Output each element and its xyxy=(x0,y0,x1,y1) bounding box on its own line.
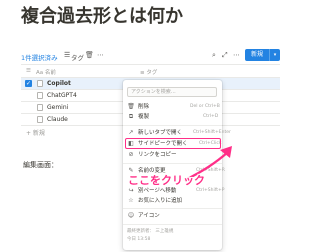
more-icon[interactable]: ⋯ xyxy=(233,51,240,60)
menu-item-duplicate[interactable]: 複製 xyxy=(138,113,149,121)
column-header-name[interactable]: Aa 名前 xyxy=(36,68,56,76)
table-top-border xyxy=(21,64,280,65)
row-title[interactable]: Gemini xyxy=(47,104,68,111)
row-title[interactable]: Claude xyxy=(47,116,68,123)
move-icon: ↪ xyxy=(128,187,134,194)
page-icon xyxy=(37,92,43,99)
duplicate-icon: ⧉ xyxy=(128,113,134,120)
expand-icon[interactable]: ⤢ xyxy=(222,51,228,60)
open-new-tab-icon: ↗ xyxy=(128,129,134,136)
tag-property-button[interactable]: タグ xyxy=(71,52,84,62)
menu-item-favorite[interactable]: お気に入りに追加 xyxy=(138,197,182,205)
section-heading: 編集画面： xyxy=(23,161,58,169)
new-button[interactable]: 新規 xyxy=(245,49,269,61)
shortcut-duplicate: Ctrl+D xyxy=(203,114,219,119)
menu-item-open-new-tab[interactable]: 新しいタブで開く xyxy=(138,129,182,137)
menu-divider xyxy=(123,224,222,225)
shortcut-delete: Del or Ctrl+B xyxy=(190,104,220,109)
list-icon[interactable]: ☰ xyxy=(64,51,70,60)
last-edited-time: 今日 13:58 xyxy=(127,237,151,242)
page-icon xyxy=(37,80,43,87)
smiley-icon: ☺ xyxy=(127,212,135,219)
trash-icon: 🗑 xyxy=(127,103,135,110)
shortcut-move: Ctrl+Shift+P xyxy=(196,188,225,193)
shortcut-open-new-tab: Ctrl+Shift+Enter xyxy=(193,130,231,135)
page-title: 複合過去形とは何か xyxy=(21,6,183,27)
row-title[interactable]: ChatGPT4 xyxy=(47,92,77,99)
page-icon xyxy=(37,116,43,123)
row-title[interactable]: Copilot xyxy=(47,80,71,87)
page-icon xyxy=(37,104,43,111)
last-edited-by: 最終更新者： 三上雄規 xyxy=(127,229,174,234)
menu-divider xyxy=(123,125,222,126)
add-row-button[interactable]: + 新規 xyxy=(26,128,45,137)
chevron-down-icon[interactable]: ▾ xyxy=(269,49,280,61)
menu-search-input[interactable]: アクションを検索… xyxy=(127,87,217,97)
checkbox-checked-icon[interactable]: ✓ xyxy=(25,80,32,87)
search-icon[interactable]: ⌕ xyxy=(212,51,216,60)
link-icon: ⊘ xyxy=(128,151,134,158)
menu-divider xyxy=(123,208,222,209)
selected-count[interactable]: 1件選択済み xyxy=(21,52,58,62)
star-icon: ☆ xyxy=(128,197,134,204)
menu-item-icon[interactable]: アイコン xyxy=(138,212,160,220)
annotation-callout: ここをクリック xyxy=(128,174,205,187)
trash-icon[interactable]: 🗑 xyxy=(85,51,94,60)
column-header-tag[interactable]: ≡ タグ xyxy=(140,68,157,76)
list-icon: ☰ xyxy=(26,68,31,74)
menu-item-delete[interactable]: 削除 xyxy=(138,103,149,111)
more-icon[interactable]: ⋯ xyxy=(97,51,104,60)
menu-item-move[interactable]: 別ページへ移動 xyxy=(138,187,176,195)
